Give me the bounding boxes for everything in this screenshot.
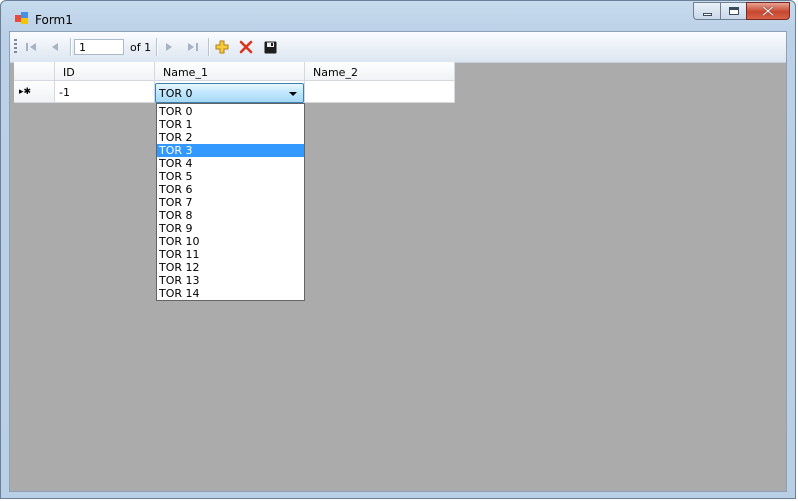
toolbar-separator	[208, 38, 210, 56]
minimize-button[interactable]	[693, 2, 720, 20]
dropdown-option[interactable]: TOR 13	[157, 274, 304, 287]
dropdown-option[interactable]: TOR 3	[157, 144, 304, 157]
save-icon	[264, 41, 276, 53]
delete-button[interactable]	[236, 38, 256, 56]
dropdown-option[interactable]: TOR 14	[157, 287, 304, 300]
binding-navigator: 1 of 1	[10, 32, 786, 63]
column-header-name-1[interactable]: Name_1	[155, 62, 305, 81]
minimize-icon	[702, 13, 712, 16]
add-new-button[interactable]	[212, 38, 232, 56]
move-next-button[interactable]	[160, 38, 178, 56]
close-icon	[762, 6, 774, 16]
title-bar[interactable]: Form1	[1, 1, 795, 31]
move-previous-button[interactable]	[46, 38, 64, 56]
dropdown-option[interactable]: TOR 1	[157, 118, 304, 131]
dropdown-option[interactable]: TOR 2	[157, 131, 304, 144]
window-title: Form1	[35, 13, 73, 27]
app-form-icon	[15, 12, 28, 24]
move-previous-icon	[52, 43, 58, 51]
dropdown-option[interactable]: TOR 0	[157, 105, 304, 118]
name-1-combobox[interactable]: TOR 0	[155, 83, 304, 103]
cell-name-2[interactable]	[305, 81, 455, 103]
dropdown-option[interactable]: TOR 12	[157, 261, 304, 274]
delete-icon	[239, 40, 253, 54]
dropdown-arrow-icon[interactable]	[289, 92, 297, 96]
form1-window: Form1 1 of 1 ID Name_1 Name_2 ▸✱ -1 TOR …	[0, 0, 796, 499]
move-last-icon	[188, 43, 198, 51]
dropdown-option[interactable]: TOR 4	[157, 157, 304, 170]
combobox-value: TOR 0	[159, 87, 193, 100]
column-header-id[interactable]: ID	[55, 62, 155, 81]
close-button[interactable]	[746, 2, 790, 20]
dropdown-option[interactable]: TOR 11	[157, 248, 304, 261]
save-button[interactable]	[260, 38, 280, 56]
window-controls	[693, 2, 790, 22]
dropdown-option[interactable]: TOR 6	[157, 183, 304, 196]
new-row-marker[interactable]: ▸✱	[14, 81, 55, 103]
move-first-button[interactable]	[22, 38, 40, 56]
dropdown-option[interactable]: TOR 9	[157, 222, 304, 235]
toolbar-grip[interactable]	[14, 39, 17, 55]
move-first-icon	[26, 43, 36, 51]
dropdown-option[interactable]: TOR 10	[157, 235, 304, 248]
maximize-button[interactable]	[720, 2, 746, 20]
toolbar-separator	[156, 38, 158, 56]
move-next-icon	[166, 43, 172, 51]
position-input[interactable]: 1	[74, 39, 124, 55]
cell-id[interactable]: -1	[55, 81, 155, 103]
dropdown-option[interactable]: TOR 5	[157, 170, 304, 183]
toolbar-separator	[70, 38, 72, 56]
column-header-name-2[interactable]: Name_2	[305, 62, 455, 81]
form-client-area: 1 of 1 ID Name_1 Name_2 ▸✱ -1 TOR 0 TOR …	[9, 31, 787, 492]
combobox-dropdown-list[interactable]: TOR 0 TOR 1 TOR 2 TOR 3 TOR 4 TOR 5 TOR 6 TOR 7…	[156, 103, 305, 301]
row-header-corner[interactable]	[14, 62, 55, 81]
move-last-button[interactable]	[184, 38, 202, 56]
dropdown-option[interactable]: TOR 8	[157, 209, 304, 222]
count-label: of 1	[130, 41, 152, 54]
dropdown-option[interactable]: TOR 7	[157, 196, 304, 209]
add-icon	[215, 40, 229, 54]
maximize-icon	[728, 7, 739, 15]
